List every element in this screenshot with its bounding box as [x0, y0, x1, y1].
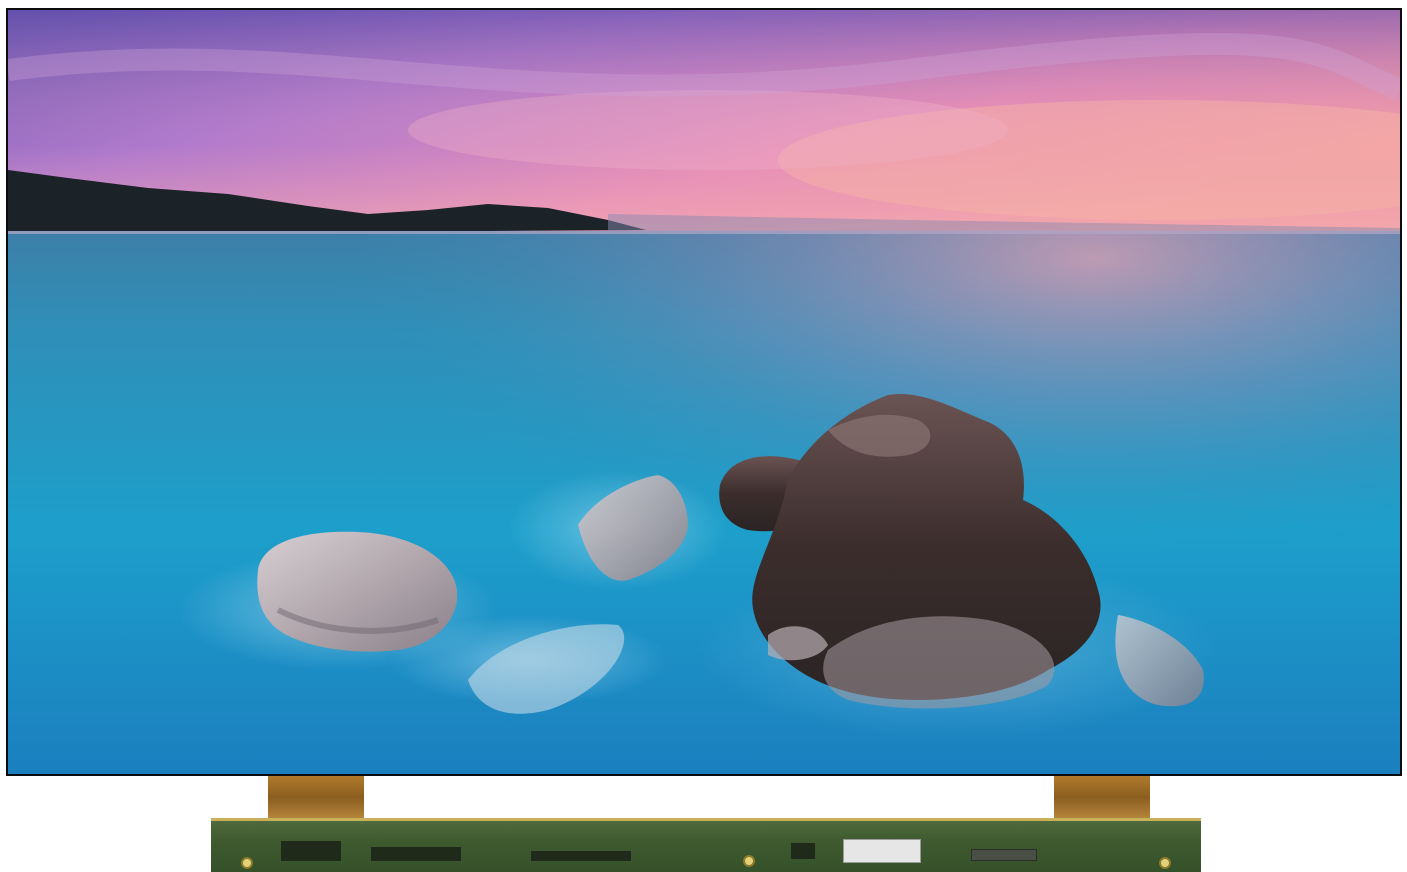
sticker-label: [971, 849, 1037, 861]
mounting-hole-icon: [241, 857, 253, 869]
screen-display: [8, 10, 1400, 774]
tv-panel: [6, 8, 1402, 776]
tcon-circuit-board: [211, 818, 1201, 872]
chip: [371, 847, 461, 861]
flex-cable-left: [268, 776, 364, 824]
mounting-hole-icon: [1159, 857, 1171, 869]
chip: [281, 841, 341, 861]
mounting-hole-icon: [743, 855, 755, 867]
connector: [531, 851, 631, 861]
sticker-label: [843, 839, 921, 863]
chip: [791, 843, 815, 859]
seascape-image: [8, 10, 1400, 774]
flex-cable-right: [1054, 776, 1150, 824]
